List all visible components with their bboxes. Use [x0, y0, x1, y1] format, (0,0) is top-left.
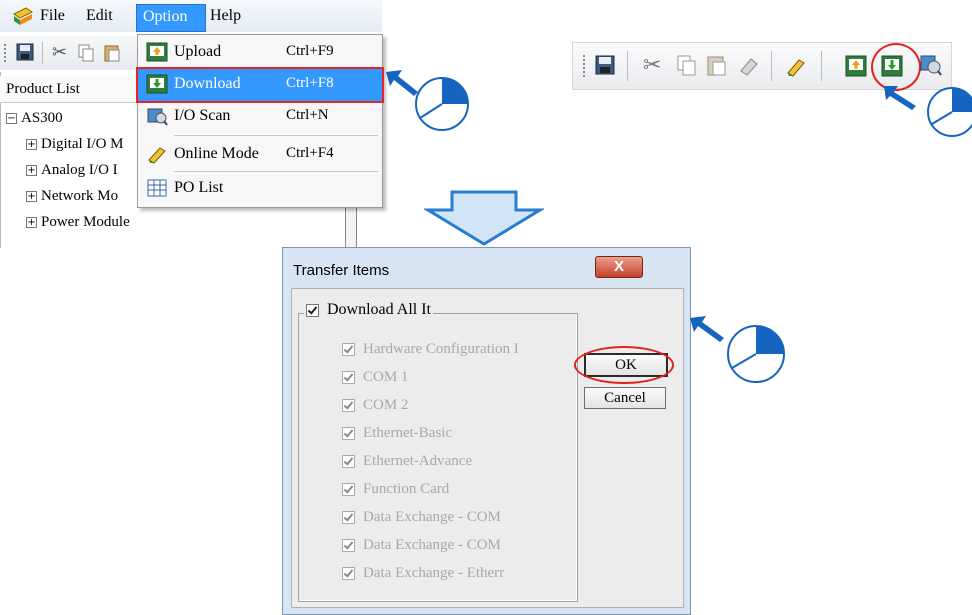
transfer-items-dialog: Transfer Items X Download All It Hardwar…: [282, 247, 691, 615]
checkbox-checked-icon: [342, 343, 355, 357]
expand-icon[interactable]: +: [26, 217, 37, 228]
save-icon[interactable]: [595, 55, 617, 77]
transfer-item[interactable]: Ethernet-Advance: [342, 453, 472, 470]
toolbar-separator: [627, 51, 628, 81]
paste-icon[interactable]: [707, 55, 729, 77]
download-all-checkbox[interactable]: Download All It: [304, 301, 433, 319]
menu-item-upload[interactable]: Upload Ctrl+F9: [138, 37, 382, 69]
transfer-item[interactable]: Data Exchange - Etherr: [342, 565, 504, 582]
io-scan-icon[interactable]: [919, 53, 942, 76]
close-icon: X: [613, 258, 624, 275]
transfer-item[interactable]: Function Card: [342, 481, 449, 498]
tree-node[interactable]: + Power Module: [26, 214, 130, 231]
checkbox-checked-icon: [306, 303, 319, 317]
menu-separator: [174, 135, 378, 136]
menu-edit[interactable]: Edit: [86, 7, 113, 25]
eraser-icon[interactable]: [737, 55, 759, 77]
toolbar-separator: [771, 51, 772, 81]
toolbar-separator: [821, 51, 822, 81]
transfer-item[interactable]: Data Exchange - COM: [342, 509, 501, 526]
menu-separator: [174, 171, 378, 172]
toolbar-separator: [42, 42, 43, 64]
application-window: File Edit Option Help ✂ Product List − AS…: [0, 0, 384, 250]
checkbox-checked-icon: [342, 427, 355, 441]
pointer-hand-icon: [882, 84, 972, 149]
io-scan-icon: [146, 106, 168, 126]
tree-node[interactable]: + Analog I/O I: [26, 162, 118, 179]
download-icon: [146, 74, 168, 94]
transfer-item[interactable]: COM 2: [342, 397, 408, 414]
menu-help[interactable]: Help: [210, 7, 241, 25]
product-list-title: Product List: [6, 81, 80, 97]
expand-icon[interactable]: +: [26, 191, 37, 202]
checkbox-checked-icon: [342, 511, 355, 525]
copy-icon[interactable]: [677, 55, 699, 77]
checkbox-checked-icon: [342, 455, 355, 469]
save-icon[interactable]: [16, 43, 34, 66]
collapse-icon[interactable]: −: [6, 113, 17, 124]
close-button[interactable]: X: [595, 256, 643, 278]
transfer-item[interactable]: Data Exchange - COM: [342, 537, 501, 554]
menu-item-io-scan[interactable]: I/O Scan Ctrl+N: [138, 101, 382, 133]
tree-node[interactable]: + Network Mo: [26, 188, 118, 205]
app-logo-icon: [12, 6, 33, 26]
menu-item-download[interactable]: Download Ctrl+F8: [136, 67, 384, 103]
tree-node-root[interactable]: − AS300: [6, 110, 63, 127]
dialog-body: Download All It Hardware Configuration I…: [291, 288, 684, 608]
cancel-button[interactable]: Cancel: [584, 387, 666, 409]
tree-node[interactable]: + Digital I/O M: [26, 136, 124, 153]
copy-icon[interactable]: [78, 44, 94, 67]
paste-icon[interactable]: [104, 44, 120, 67]
dialog-title: Transfer Items: [293, 262, 390, 279]
toolbar-grip[interactable]: [4, 44, 9, 62]
menu-option-label: Option: [143, 8, 188, 25]
ok-highlight-ring: [574, 346, 674, 384]
transfer-item[interactable]: Ethernet-Basic: [342, 425, 452, 442]
checkbox-checked-icon: [342, 567, 355, 581]
toolbar-grip[interactable]: [583, 55, 588, 77]
flow-arrow-icon: [422, 190, 546, 251]
menu-item-online-mode[interactable]: Online Mode Ctrl+F4: [138, 139, 382, 171]
toolbar-zoom: ✂: [572, 42, 952, 91]
online-mode-icon: [146, 144, 168, 164]
menu-option[interactable]: Option: [136, 4, 206, 32]
product-list-header: Product List: [0, 76, 140, 103]
transfer-item[interactable]: Hardware Configuration I: [342, 341, 519, 358]
menu-file[interactable]: File: [40, 7, 65, 25]
pointer-hand-icon: [688, 312, 788, 391]
checkbox-checked-icon: [342, 483, 355, 497]
checkbox-checked-icon: [342, 399, 355, 413]
expand-icon[interactable]: +: [26, 165, 37, 176]
checkbox-checked-icon: [342, 539, 355, 553]
cancel-button-label: Cancel: [604, 390, 646, 406]
checkbox-checked-icon: [342, 371, 355, 385]
menu-bar: File Edit Option Help: [0, 0, 382, 32]
option-menu-dropdown: Upload Ctrl+F9 Download Ctrl+F8 I/O Scan…: [136, 34, 384, 208]
menu-item-po-list[interactable]: PO List: [138, 173, 382, 205]
toolbar: ✂: [0, 36, 140, 70]
cut-icon[interactable]: ✂: [52, 42, 67, 63]
upload-icon[interactable]: [845, 55, 867, 77]
cut-icon[interactable]: ✂: [643, 53, 665, 78]
pointer-hand-icon: [382, 64, 472, 139]
download-all-label: Download All It: [327, 301, 431, 318]
po-list-icon: [146, 178, 168, 198]
online-mode-icon[interactable]: [785, 55, 807, 77]
expand-icon[interactable]: +: [26, 139, 37, 150]
upload-icon: [146, 42, 168, 62]
transfer-item[interactable]: COM 1: [342, 369, 408, 386]
